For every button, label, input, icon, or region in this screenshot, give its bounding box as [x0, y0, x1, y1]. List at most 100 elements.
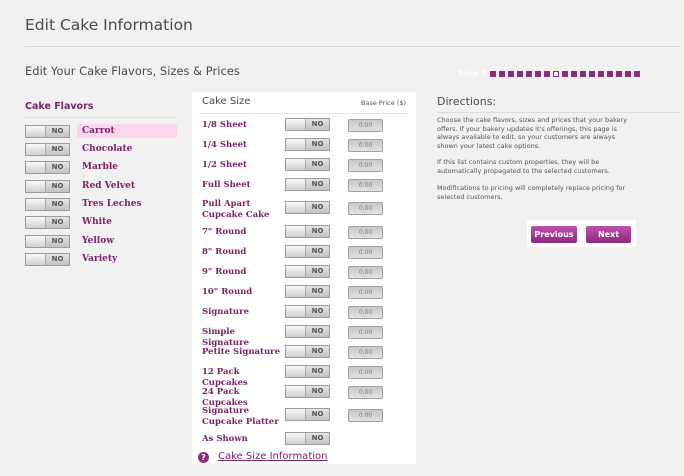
- base-price-input[interactable]: 0.00: [348, 409, 383, 422]
- step-indicator: [625, 70, 632, 77]
- section-subtitle: Edit Your Cake Flavors, Sizes & Prices: [25, 64, 240, 78]
- size-toggle[interactable]: NO: [285, 285, 330, 298]
- size-label: 1/4 Sheet: [202, 140, 247, 150]
- size-toggle[interactable]: NO: [285, 158, 330, 171]
- size-toggle[interactable]: NO: [285, 225, 330, 238]
- flavor-label[interactable]: Yellow: [82, 235, 114, 248]
- step-indicator: [589, 70, 596, 77]
- flavors-heading: Cake Flavors: [25, 101, 94, 112]
- base-price-input[interactable]: 0.00: [348, 266, 383, 279]
- flavor-toggle[interactable]: NO: [25, 180, 70, 193]
- flavor-label[interactable]: Marble: [82, 161, 118, 174]
- step-indicator: [562, 70, 569, 77]
- flavor-label[interactable]: Carrot: [82, 125, 115, 138]
- directions-text-3: Modifications to pricing will completely…: [437, 184, 626, 201]
- next-button[interactable]: Next: [586, 226, 631, 243]
- size-toggle[interactable]: NO: [285, 265, 330, 278]
- toggle-knob: [286, 286, 306, 297]
- toggle-knob: [286, 179, 306, 190]
- flavor-toggle[interactable]: NO: [25, 253, 70, 266]
- previous-button[interactable]: Previous: [531, 226, 577, 243]
- base-price-input[interactable]: 0.00: [348, 306, 383, 319]
- flavor-toggle[interactable]: NO: [25, 216, 70, 229]
- page-title: Edit Cake Information: [25, 16, 193, 34]
- size-label: Pull Apart Cupcake Cake: [202, 199, 270, 220]
- toggle-knob: [286, 326, 306, 337]
- cake-size-info-link[interactable]: Cake Size Information: [218, 451, 327, 462]
- size-toggle[interactable]: NO: [285, 138, 330, 151]
- size-toggle[interactable]: NO: [285, 325, 330, 338]
- size-toggle[interactable]: NO: [285, 201, 330, 214]
- toggle-state-label: NO: [306, 139, 329, 150]
- toggle-knob: [286, 139, 306, 150]
- flavor-row[interactable]: NO Carrot: [25, 124, 178, 138]
- base-price-input[interactable]: 0.00: [348, 202, 383, 215]
- flavor-label[interactable]: Chocolate: [82, 143, 132, 156]
- base-price-input[interactable]: 0.00: [348, 226, 383, 239]
- flavor-label[interactable]: Tres Leches: [82, 198, 142, 211]
- base-price-input[interactable]: 0.00: [348, 139, 383, 152]
- flavor-row[interactable]: NO White: [25, 216, 178, 229]
- toggle-state-label: NO: [306, 246, 329, 257]
- flavor-row[interactable]: NO Tres Leches: [25, 198, 178, 211]
- toggle-state-label: NO: [46, 199, 69, 210]
- base-price-input[interactable]: 0.00: [348, 386, 383, 399]
- flavor-toggle[interactable]: NO: [25, 235, 70, 248]
- base-price-input[interactable]: 0.00: [348, 246, 383, 259]
- base-price-input[interactable]: 0.00: [348, 179, 383, 192]
- flavor-row[interactable]: NO Red Velvet: [25, 180, 178, 193]
- size-toggle[interactable]: NO: [285, 245, 330, 258]
- flavor-row[interactable]: NO Yellow: [25, 235, 178, 248]
- flavor-toggle[interactable]: NO: [25, 143, 70, 156]
- base-price-input[interactable]: 0.00: [348, 159, 383, 172]
- base-price-input[interactable]: 0.00: [348, 366, 383, 379]
- toggle-state-label: NO: [306, 433, 329, 444]
- toggle-state-label: NO: [306, 346, 329, 357]
- size-toggle[interactable]: NO: [285, 432, 330, 445]
- size-toggle[interactable]: NO: [285, 178, 330, 191]
- step-indicator: [580, 70, 587, 77]
- toggle-knob: [26, 126, 46, 137]
- toggle-state-label: NO: [306, 119, 329, 130]
- flavor-toggle[interactable]: NO: [25, 161, 70, 174]
- toggle-knob: [286, 202, 306, 213]
- toggle-knob: [26, 199, 46, 210]
- toggle-knob: [286, 346, 306, 357]
- size-toggle[interactable]: NO: [285, 385, 330, 398]
- base-price-input[interactable]: 0.00: [348, 119, 383, 132]
- toggle-state-label: NO: [46, 217, 69, 228]
- toggle-knob: [286, 366, 306, 377]
- flavor-toggle[interactable]: NO: [25, 198, 70, 211]
- size-toggle[interactable]: NO: [285, 305, 330, 318]
- flavor-label[interactable]: Red Velvet: [82, 180, 135, 193]
- flavor-row[interactable]: NO Chocolate: [25, 143, 178, 156]
- size-label: 9" Round: [202, 267, 247, 277]
- flavor-row[interactable]: NO Variety: [25, 253, 178, 266]
- toggle-knob: [286, 386, 306, 397]
- base-price-input[interactable]: 0.00: [348, 346, 383, 359]
- flavor-label[interactable]: Variety: [82, 253, 117, 266]
- toggle-state-label: NO: [46, 162, 69, 173]
- size-divider: [200, 113, 409, 114]
- toggle-knob: [286, 246, 306, 257]
- base-price-input[interactable]: 0.00: [348, 286, 383, 299]
- toggle-state-label: NO: [46, 236, 69, 247]
- size-toggle[interactable]: NO: [285, 345, 330, 358]
- step-indicator-current: [553, 70, 560, 77]
- step-indicator: [598, 70, 605, 77]
- step-label: Step 7: [458, 69, 488, 78]
- size-toggle[interactable]: NO: [285, 408, 330, 421]
- toggle-knob: [286, 119, 306, 130]
- toggle-knob: [26, 162, 46, 173]
- flavor-row[interactable]: NO Marble: [25, 161, 178, 174]
- help-icon[interactable]: ?: [198, 452, 209, 463]
- size-toggle[interactable]: NO: [285, 118, 330, 131]
- toggle-state-label: NO: [306, 202, 329, 213]
- size-toggle[interactable]: NO: [285, 365, 330, 378]
- toggle-state-label: NO: [306, 326, 329, 337]
- toggle-knob: [286, 409, 306, 420]
- flavor-toggle[interactable]: NO: [25, 125, 70, 138]
- flavor-label[interactable]: White: [82, 216, 112, 229]
- base-price-input[interactable]: 0.00: [348, 326, 383, 339]
- step-indicator: [616, 70, 623, 77]
